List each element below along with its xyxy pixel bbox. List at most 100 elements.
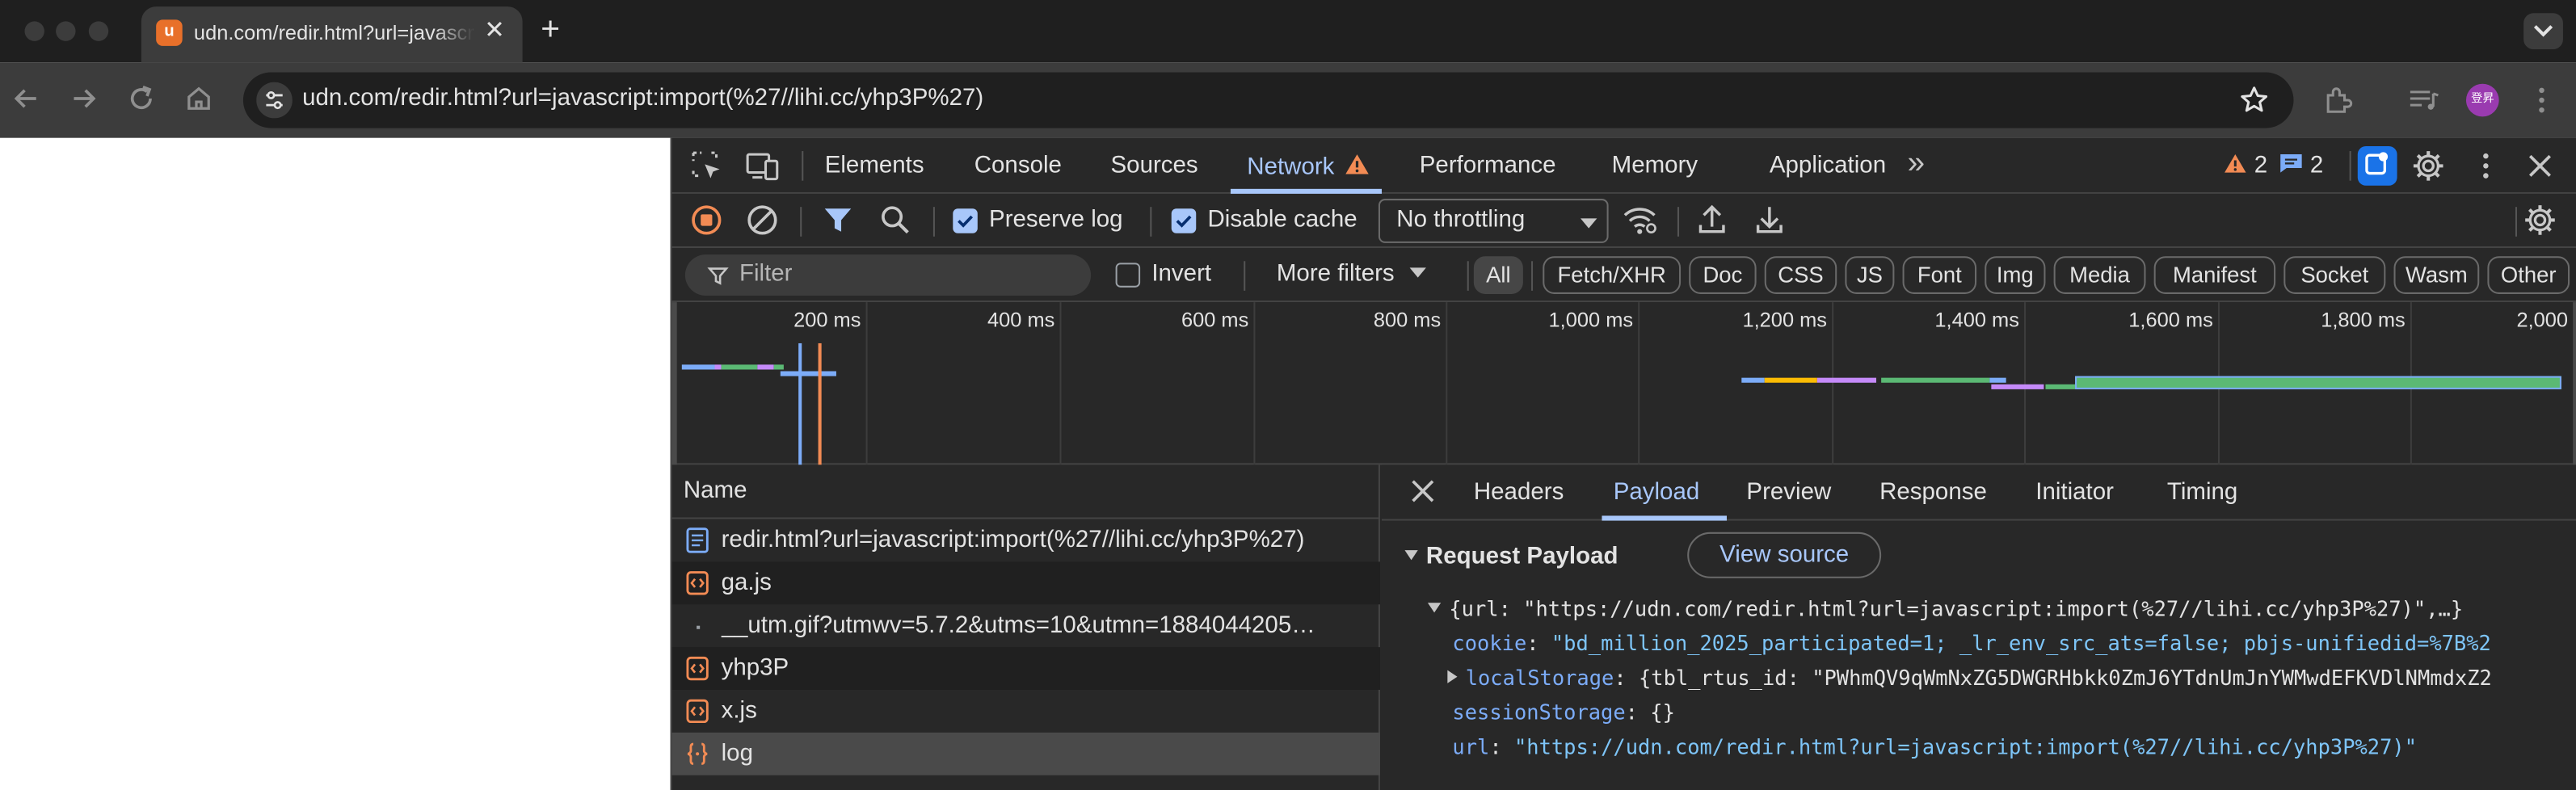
media-controls-icon[interactable] xyxy=(2406,82,2442,119)
name-column-header[interactable]: Name xyxy=(671,464,1380,519)
stop-recording-icon[interactable] xyxy=(688,202,725,238)
overview-handle-right[interactable] xyxy=(2573,302,2576,465)
payload-field-sessionstorage[interactable]: sessionStorage: {} xyxy=(1452,700,1674,724)
tab-elements[interactable]: Elements xyxy=(825,153,924,179)
payload-field-url[interactable]: url: "https://udn.com/redir.html?url=jav… xyxy=(1452,734,2417,758)
site-settings-icon[interactable] xyxy=(256,82,293,119)
bookmark-star-icon[interactable] xyxy=(2237,84,2271,117)
tab-search-button[interactable] xyxy=(2523,13,2563,49)
type-filter-socket[interactable]: Socket xyxy=(2283,256,2386,294)
more-tabs-icon[interactable]: » xyxy=(1908,146,1926,183)
request-row[interactable]: ga.js xyxy=(671,561,1380,605)
payload-field-cookie[interactable]: cookie: "bd_million_2025_participated=1;… xyxy=(1452,631,2490,655)
import-har-icon[interactable] xyxy=(1694,202,1730,238)
request-payload-title: Request Payload xyxy=(1425,544,1618,570)
request-row[interactable]: yhp3P xyxy=(671,647,1380,690)
detail-tab-timing[interactable]: Timing xyxy=(2167,480,2237,506)
tab-console[interactable]: Console xyxy=(974,153,1062,179)
type-filter-media[interactable]: Media xyxy=(2053,256,2146,294)
checkmark-icon xyxy=(958,215,974,228)
tab-memory[interactable]: Memory xyxy=(1612,153,1698,179)
tab-application[interactable]: Application xyxy=(1770,153,1886,179)
network-conditions-icon[interactable] xyxy=(1622,202,1658,238)
detail-tab-initiator[interactable]: Initiator xyxy=(2035,480,2114,506)
throttling-select[interactable]: No throttling xyxy=(1378,199,1609,243)
browser-tab[interactable]: u udn.com/redir.html?url=javascript:impo… xyxy=(141,6,523,63)
invert-label[interactable]: Invert xyxy=(1151,261,1211,288)
tab-close-icon[interactable]: ✕ xyxy=(480,16,510,46)
window-zoom-dot[interactable] xyxy=(88,21,109,41)
home-icon[interactable] xyxy=(183,82,216,116)
disable-cache-label[interactable]: Disable cache xyxy=(1207,207,1357,233)
more-filters-button[interactable]: More filters xyxy=(1277,261,1428,288)
window-close-dot[interactable] xyxy=(24,21,44,41)
type-filter-fetch-xhr[interactable]: Fetch/XHR xyxy=(1543,256,1682,294)
overview-gridline xyxy=(865,302,868,465)
request-row[interactable]: redir.html?url=javascript:import(%27//li… xyxy=(672,519,1380,562)
network-toolbar: Preserve log Disable cache No throttling xyxy=(671,193,2576,249)
settings-gear-icon[interactable] xyxy=(2410,148,2447,184)
filter-funnel-icon[interactable] xyxy=(820,202,857,238)
close-detail-icon[interactable] xyxy=(1408,477,1438,506)
overview-gridline xyxy=(1638,302,1640,465)
field-key: localStorage xyxy=(1465,665,1614,690)
detail-tab-response[interactable]: Response xyxy=(1879,480,1987,506)
detail-tab-headers[interactable]: Headers xyxy=(1474,480,1564,506)
preserve-log-checkbox[interactable] xyxy=(953,208,978,233)
type-filter-img[interactable]: Img xyxy=(1985,256,2046,294)
payload-summary[interactable]: {url: "https://udn.com/redir.html?url=ja… xyxy=(1427,596,2463,621)
messages-counter[interactable]: 2 xyxy=(2279,153,2323,179)
address-text[interactable]: udn.com/redir.html?url=javascript:import… xyxy=(302,86,983,112)
type-filter-other[interactable]: Other xyxy=(2487,256,2570,294)
inspect-element-icon[interactable] xyxy=(688,148,725,184)
type-filter-css[interactable]: CSS xyxy=(1764,256,1837,294)
view-source-button[interactable]: View source xyxy=(1687,532,1882,578)
request-row-selected[interactable]: log xyxy=(671,732,1380,775)
request-payload-section[interactable]: Request Payload xyxy=(1404,544,1618,570)
tab-network[interactable]: Network xyxy=(1247,153,1370,181)
request-name: __utm.gif?utmwv=5.7.2&utms=10&utmn=18840… xyxy=(721,612,1315,639)
search-icon[interactable] xyxy=(878,202,914,238)
overview-gridline xyxy=(1253,302,1256,465)
window-minimize-dot[interactable] xyxy=(56,21,76,41)
device-toolbar-icon[interactable] xyxy=(744,148,781,184)
overview-handle-left[interactable] xyxy=(671,302,677,465)
reload-icon[interactable] xyxy=(125,82,158,116)
payload-field-localstorage[interactable]: localStorage: {tbl_rtus_id: "PWhmQV9qWmN… xyxy=(1447,665,2492,690)
devtools-menu-icon[interactable] xyxy=(2468,148,2504,184)
network-overview[interactable]: 200 ms 400 ms 600 ms 800 ms 1,000 ms 1,2… xyxy=(671,302,2576,465)
new-tab-icon[interactable]: + xyxy=(532,13,569,49)
browser-menu-icon[interactable] xyxy=(2523,82,2560,119)
invert-checkbox[interactable] xyxy=(1115,263,1141,288)
warnings-counter[interactable]: 2 xyxy=(2223,153,2267,179)
type-filter-js[interactable]: JS xyxy=(1845,256,1895,294)
clear-log-icon[interactable] xyxy=(744,202,781,238)
tab-strip: u udn.com/redir.html?url=javascript:impo… xyxy=(0,0,2576,63)
script-icon xyxy=(685,655,709,682)
request-row[interactable]: __utm.gif?utmwv=5.7.2&utms=10&utmn=18840… xyxy=(672,604,1380,647)
forward-icon[interactable] xyxy=(67,82,100,116)
address-bar[interactable]: udn.com/redir.html?url=javascript:import… xyxy=(242,72,2294,128)
type-filter-manifest[interactable]: Manifest xyxy=(2153,256,2276,294)
back-icon[interactable] xyxy=(10,82,43,116)
tab-performance[interactable]: Performance xyxy=(1420,153,1556,179)
network-settings-gear-icon[interactable] xyxy=(2522,202,2558,238)
disable-cache-checkbox[interactable] xyxy=(1171,208,1197,233)
type-filter-doc[interactable]: Doc xyxy=(1689,256,1757,294)
ai-assistance-icon[interactable] xyxy=(2357,145,2397,186)
export-har-icon[interactable] xyxy=(1751,202,1787,238)
type-filter-wasm[interactable]: Wasm xyxy=(2393,256,2480,294)
profile-avatar[interactable]: 登昇 xyxy=(2465,83,2499,117)
detail-tab-payload[interactable]: Payload xyxy=(1614,480,1700,506)
close-devtools-icon[interactable] xyxy=(2522,148,2558,184)
field-value: "bd_million_2025_participated=1; _lr_env… xyxy=(1551,630,2491,656)
tab-sources[interactable]: Sources xyxy=(1111,153,1198,179)
type-filter-all[interactable]: All xyxy=(1473,256,1523,294)
type-filter-font[interactable]: Font xyxy=(1902,256,1977,294)
filter-input[interactable]: Filter xyxy=(684,254,1092,296)
detail-tab-preview[interactable]: Preview xyxy=(1746,480,1831,506)
expand-triangle-icon xyxy=(1427,603,1442,613)
extensions-puzzle-icon[interactable] xyxy=(2320,82,2356,119)
preserve-log-label[interactable]: Preserve log xyxy=(989,207,1123,233)
request-row[interactable]: x.js xyxy=(672,690,1380,733)
